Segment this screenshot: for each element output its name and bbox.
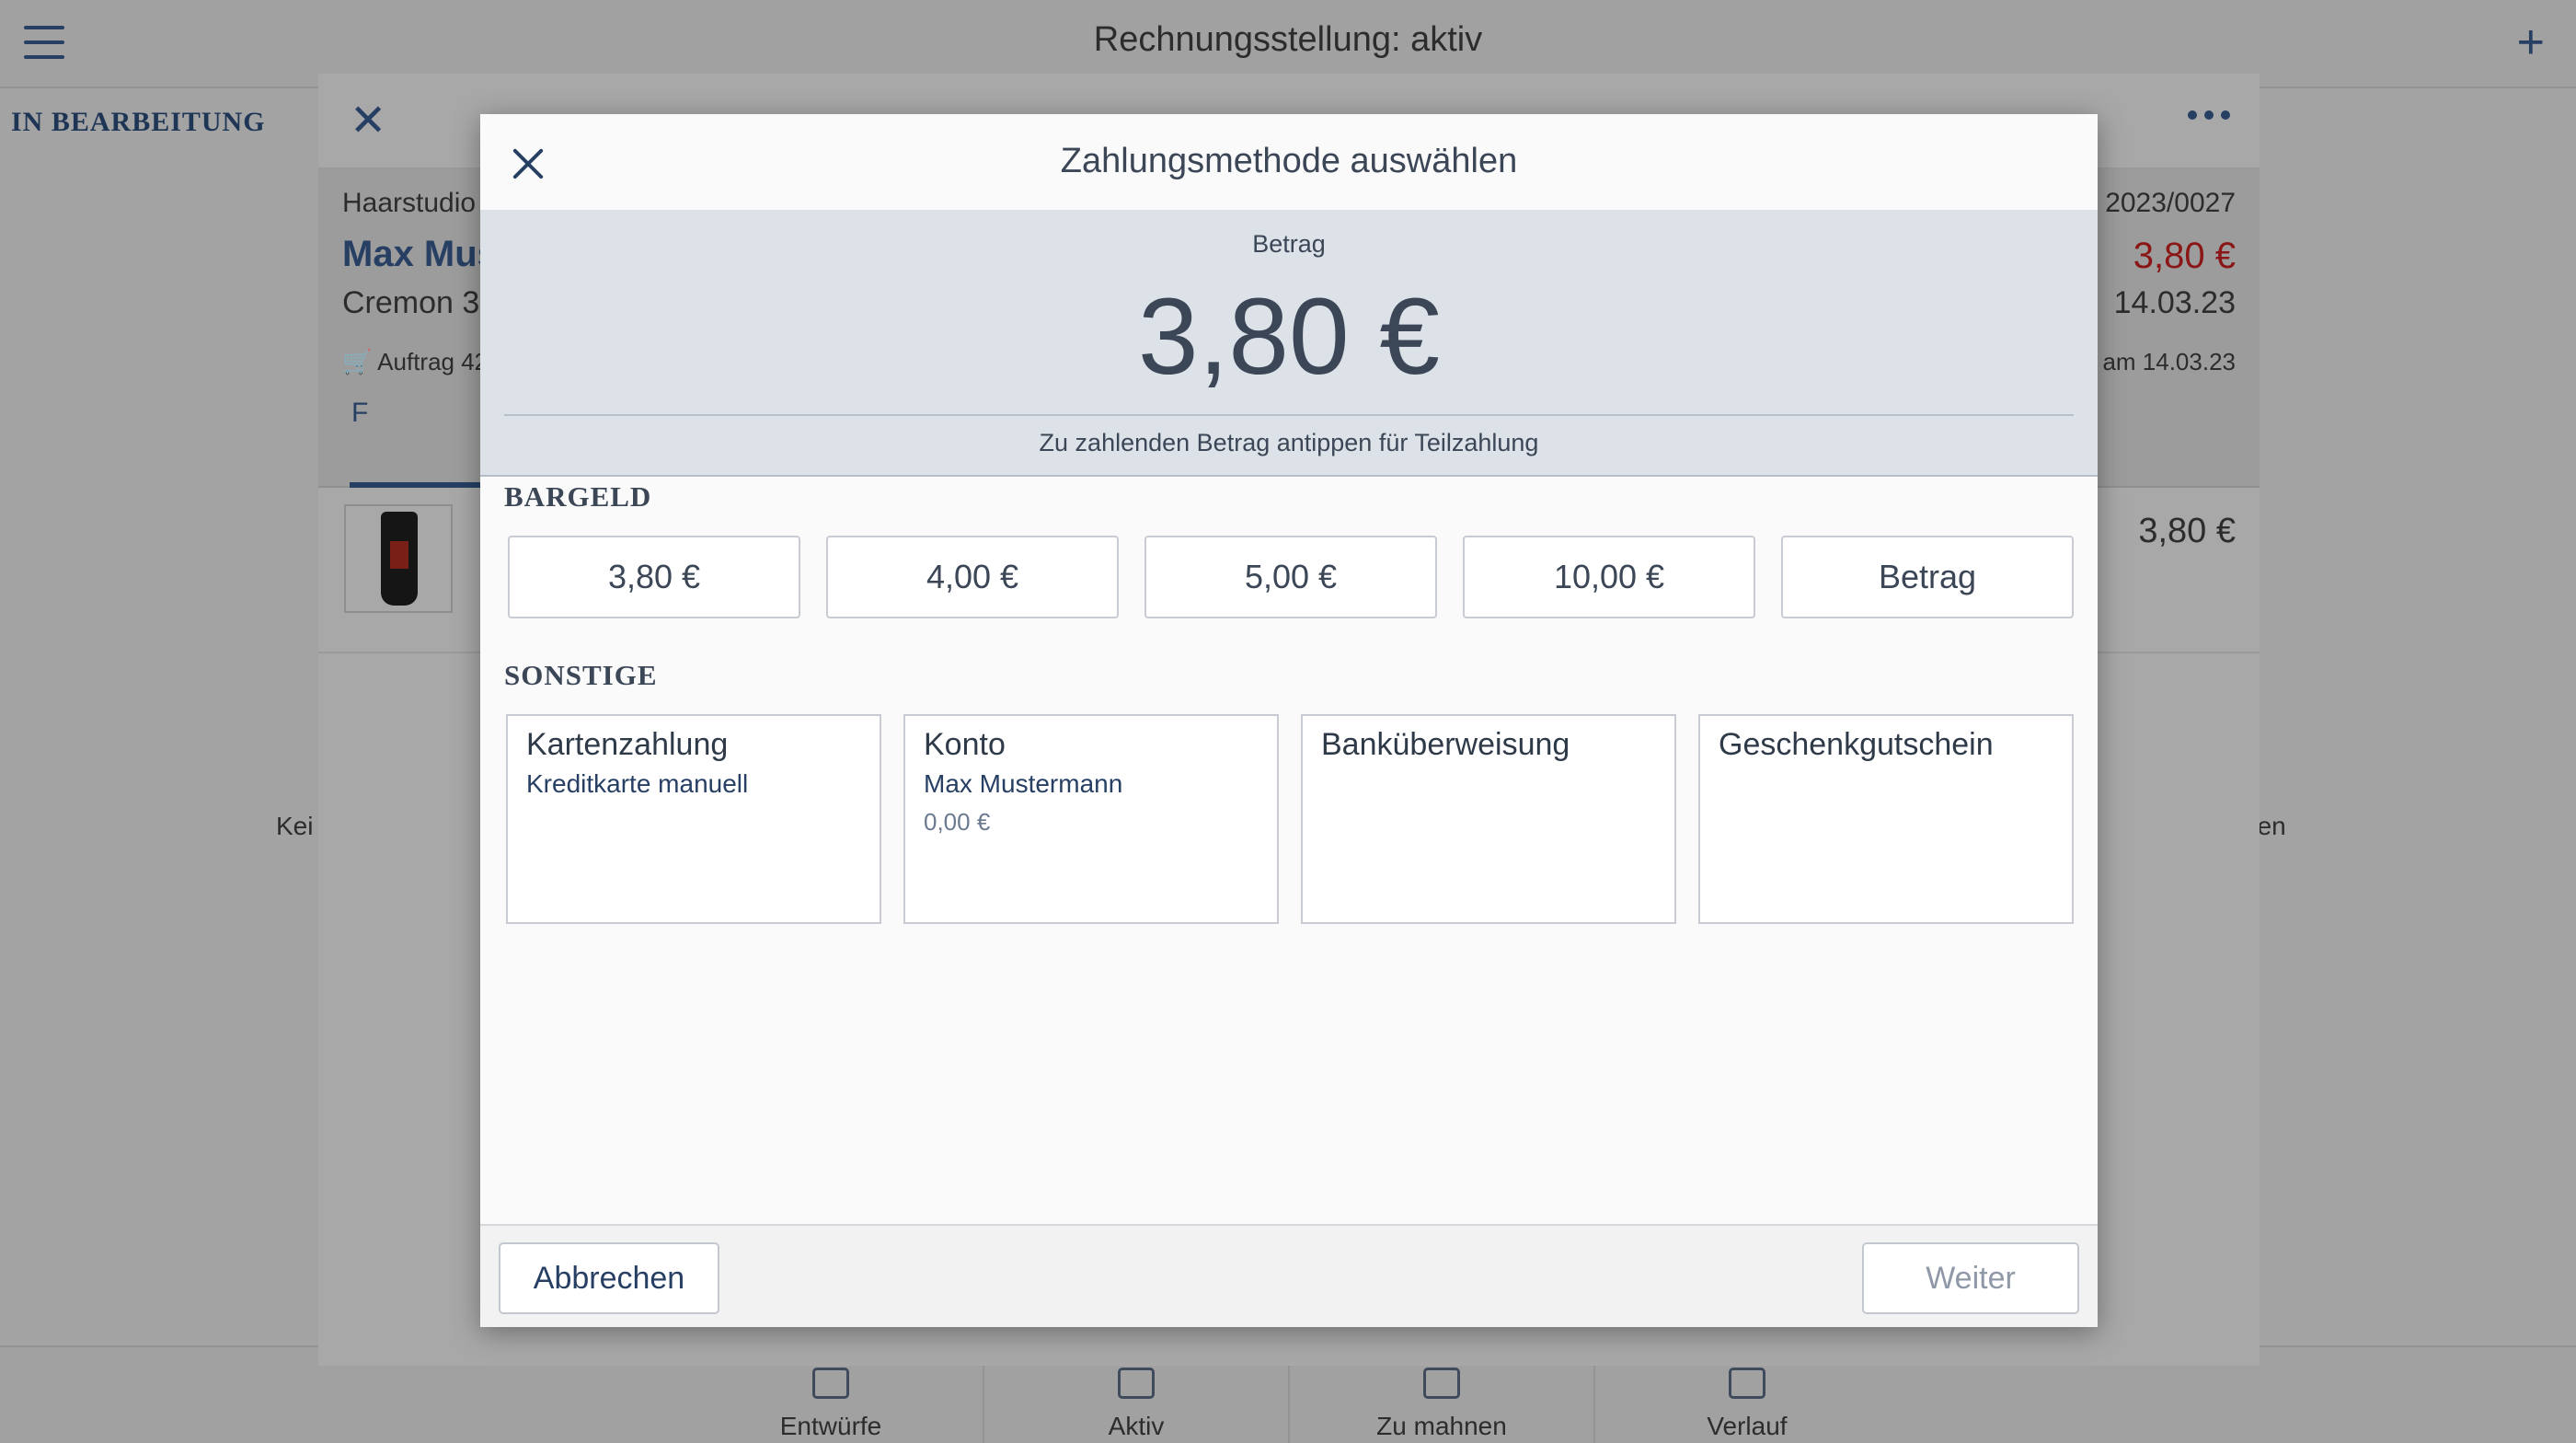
dialog-footer: Abbrechen Weiter — [480, 1224, 2098, 1327]
card-subtitle: Kreditkarte manuell — [526, 769, 749, 798]
receipt-history-icon — [1729, 1368, 1765, 1399]
cash-option-button[interactable]: 5,00 € — [1144, 536, 1437, 618]
card-title: Kartenzahlung — [526, 727, 729, 762]
card-subtitle: Max Mustermann — [924, 769, 1123, 798]
nav-label: Aktiv — [1108, 1412, 1165, 1440]
partial-payment-hint: Zu zahlenden Betrag antippen für Teilzah… — [1039, 429, 1539, 456]
close-icon[interactable]: ✕ — [350, 99, 386, 144]
invoice-number: 2023/0027 — [2105, 188, 2236, 218]
payment-card-kartenzahlung[interactable]: Kartenzahlung Kreditkarte manuell — [506, 714, 881, 924]
invoice-total: 3,80 € — [2133, 236, 2236, 276]
amount-value[interactable]: 3,80 € — [480, 274, 2098, 399]
amount-label: Betrag — [1252, 230, 1326, 258]
receipt-check-icon — [1118, 1368, 1155, 1399]
line-item-price: 3,80 € — [2138, 512, 2236, 550]
empty-state-text: Kei — [276, 812, 314, 840]
customer-address: Cremon 3, — [342, 285, 489, 320]
order-text: Auftrag 42 — [377, 348, 489, 375]
payment-card-konto[interactable]: Konto Max Mustermann 0,00 € — [903, 714, 1279, 924]
cancel-button[interactable]: Abbrechen — [499, 1242, 719, 1314]
nav-label: Verlauf — [1707, 1412, 1788, 1440]
section-in-progress: IN BEARBEITUNG — [11, 107, 266, 137]
add-icon[interactable]: + — [2517, 18, 2545, 66]
nav-label: Zu mahnen — [1376, 1412, 1507, 1440]
card-title: Banküberweisung — [1321, 727, 1570, 762]
shop-name: Haarstudio — [342, 188, 477, 218]
receipt-alert-icon — [1423, 1368, 1460, 1399]
payment-card-geschenkgutschein[interactable]: Geschenkgutschein — [1698, 714, 2074, 924]
dialog-title: Zahlungsmethode auswählen — [1060, 142, 1518, 180]
account-balance: 0,00 € — [924, 808, 991, 836]
card-title: Konto — [924, 727, 1006, 762]
other-section-label: SONSTIGE — [504, 659, 658, 691]
payment-method-dialog: Zahlungsmethode auswählen Betrag 3,80 € … — [480, 114, 2098, 1327]
card-title: Geschenkgutschein — [1719, 727, 1994, 762]
tab-positions[interactable]: F — [351, 398, 368, 429]
receipt-icon — [812, 1368, 849, 1399]
order-reference: 🛒 Auftrag 42 — [342, 348, 489, 375]
dialog-header: Zahlungsmethode auswählen — [480, 114, 2098, 210]
cash-section-label: BARGELD — [504, 480, 652, 513]
payment-card-bankueberweisung[interactable]: Banküberweisung — [1301, 714, 1676, 924]
product-image — [344, 504, 453, 613]
app-title: Rechnungsstellung: aktiv — [1093, 20, 1483, 59]
cash-option-button[interactable]: 10,00 € — [1463, 536, 1755, 618]
divider — [504, 414, 2074, 416]
invoice-date: 14.03.23 — [2113, 285, 2236, 320]
nav-label: Entwürfe — [779, 1412, 882, 1440]
custom-amount-button[interactable]: Betrag — [1781, 536, 2074, 618]
due-date: am 14.03.23 — [2102, 348, 2236, 375]
more-icon[interactable] — [2188, 110, 2230, 120]
customer-name: Max Mus — [342, 234, 498, 274]
cash-option-button[interactable]: 3,80 € — [508, 536, 800, 618]
next-button[interactable]: Weiter — [1862, 1242, 2079, 1314]
cash-option-button[interactable]: 4,00 € — [826, 536, 1119, 618]
amount-panel[interactable]: Betrag 3,80 € Zu zahlenden Betrag antipp… — [480, 210, 2098, 477]
